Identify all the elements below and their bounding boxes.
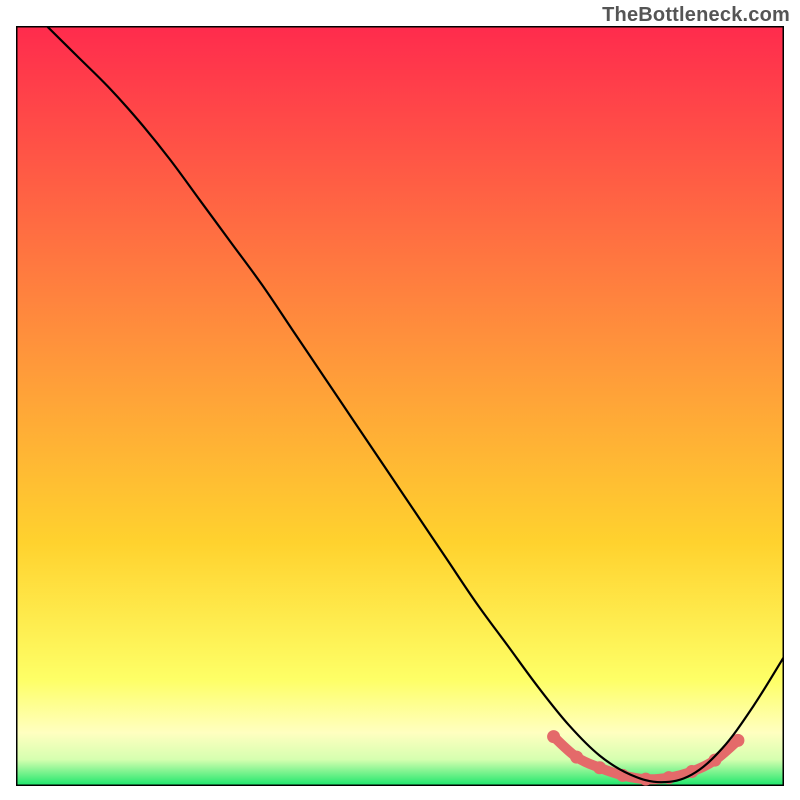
highlight-dot — [593, 761, 606, 774]
plot-background — [16, 26, 784, 786]
highlight-dot — [547, 730, 560, 743]
chart-container: TheBottleneck.com — [0, 0, 800, 800]
highlight-dot — [570, 751, 583, 764]
watermark-label: TheBottleneck.com — [602, 4, 790, 27]
plot-area — [16, 26, 784, 786]
chart-svg — [16, 26, 784, 786]
